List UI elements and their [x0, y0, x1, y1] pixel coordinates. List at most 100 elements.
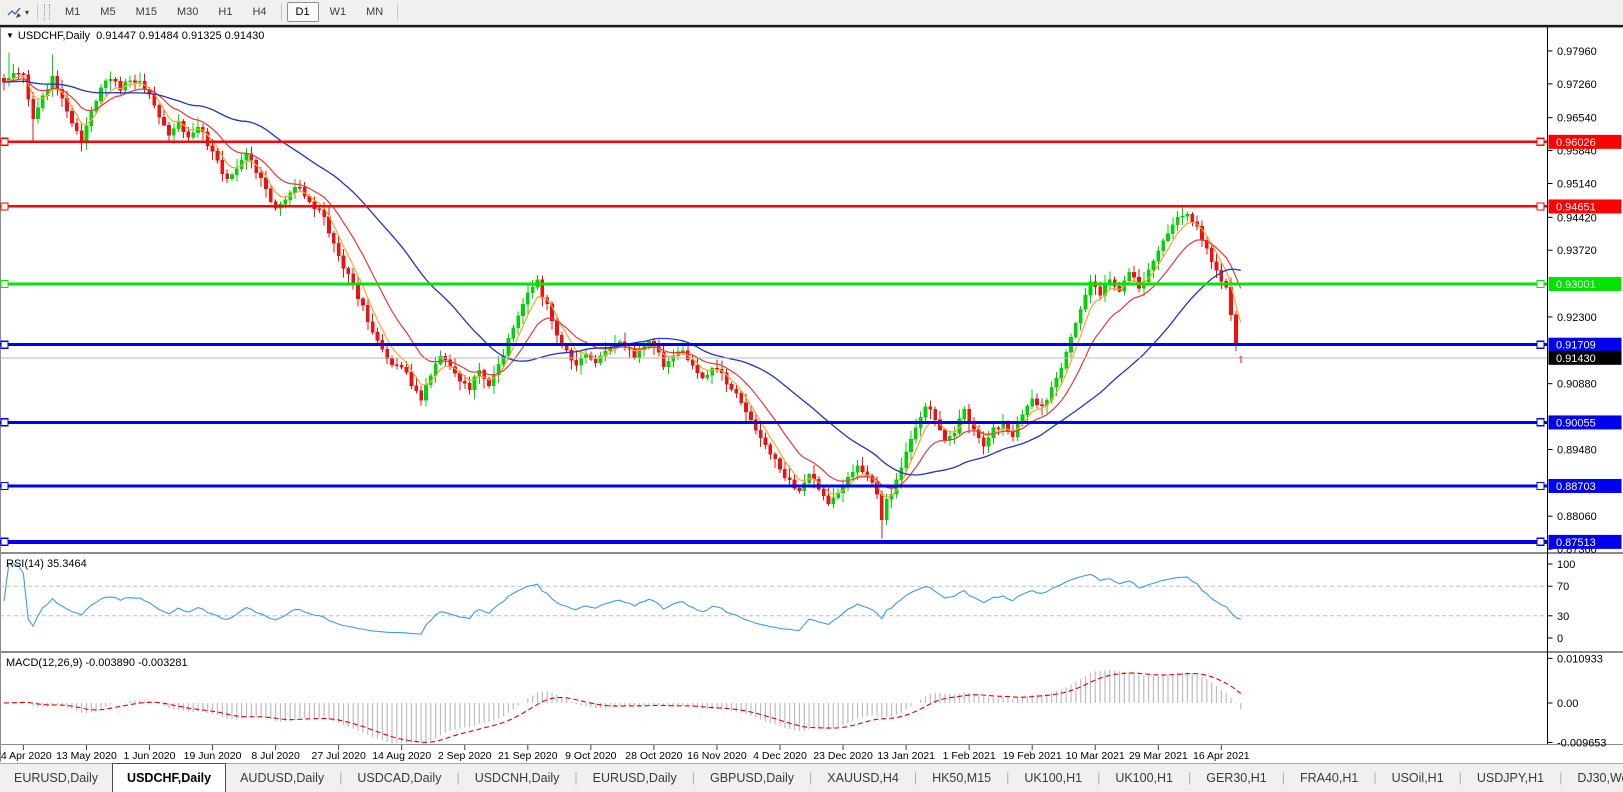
- chart-window: 0.979600.972600.965400.958400.951400.944…: [0, 25, 1623, 763]
- macd-axis-label: 0.010933: [1557, 653, 1603, 665]
- moving-averages-layer: [4, 76, 1241, 497]
- chart-tab-eurusd-daily[interactable]: EURUSD,Daily: [0, 764, 112, 792]
- chart-tab-usdcad-daily[interactable]: USDCAD,Daily: [343, 764, 455, 792]
- chart-tab-uk100-h1[interactable]: UK100,H1: [1010, 764, 1096, 792]
- price-badge-0.91709: 0.91709: [1556, 340, 1596, 352]
- date-axis-label: 8 Jul 2020: [251, 750, 300, 762]
- timeframe-buttons: M1M5M15M30H1H4 D1W1MN: [55, 0, 402, 24]
- macd-pane: [4, 670, 1241, 743]
- price-axis: 0.979600.972600.965400.958400.951400.944…: [1548, 46, 1622, 556]
- date-axis-label: 27 Jul 2020: [312, 750, 366, 762]
- hline-handle[interactable]: [1, 538, 8, 545]
- timeframe-button-m15[interactable]: M15: [127, 2, 166, 22]
- date-axis-label: 14 Aug 2020: [372, 750, 431, 762]
- toolbar-grip[interactable]: [44, 4, 50, 20]
- date-axis-label: 24 Apr 2020: [0, 750, 52, 762]
- date-axis-label: 23 Dec 2020: [813, 750, 873, 762]
- price-axis-label: 0.97260: [1557, 79, 1597, 91]
- price-badge-0.93001: 0.93001: [1556, 279, 1596, 291]
- timeframe-button-w1[interactable]: W1: [321, 2, 356, 22]
- hline-handle[interactable]: [1537, 538, 1544, 545]
- chart-tab-usdjpy-h1[interactable]: USDJPY,H1: [1463, 764, 1558, 792]
- price-badge-0.90055: 0.90055: [1556, 417, 1596, 429]
- timeframe-button-m5[interactable]: M5: [91, 2, 124, 22]
- chart-canvas[interactable]: 0.979600.972600.965400.958400.951400.944…: [0, 25, 1623, 792]
- date-axis-label: 16 Nov 2020: [687, 750, 747, 762]
- macd-axis-label: 0.00: [1557, 698, 1578, 710]
- chart-tab-xauusd-h4[interactable]: XAUUSD,H4: [813, 764, 913, 792]
- chart-tab-bar: EURUSD,DailyUSDCHF,DailyAUDUSD,Daily|USD…: [0, 763, 1623, 792]
- hline-handle[interactable]: [1, 281, 8, 288]
- rsi-line: [4, 564, 1241, 634]
- rsi-axis-label: 100: [1557, 559, 1575, 571]
- chart-ohlc-readout: 0.91447 0.91484 0.91325 0.91430: [96, 30, 264, 42]
- chart-title-triangle-icon[interactable]: ▼: [6, 31, 14, 40]
- price-badge-0.87513: 0.87513: [1556, 537, 1596, 549]
- price-badge-0.88703: 0.88703: [1556, 481, 1596, 493]
- chart-tab-hk50-m15[interactable]: HK50,M15: [918, 764, 1005, 792]
- hline-handle[interactable]: [1, 341, 8, 348]
- hline-handle[interactable]: [1537, 203, 1544, 210]
- date-axis-label: 10 Mar 2021: [1066, 750, 1125, 762]
- timeframe-button-mn[interactable]: MN: [357, 2, 392, 22]
- price-badge-0.94651: 0.94651: [1556, 201, 1596, 213]
- rsi-axis-label: 70: [1557, 581, 1569, 593]
- price-axis-label: 0.90880: [1557, 379, 1597, 391]
- chart-tab-fra40-h1[interactable]: FRA40,H1: [1286, 764, 1372, 792]
- price-axis-label: 0.97960: [1557, 46, 1597, 58]
- rsi-axis-label: 30: [1557, 611, 1569, 623]
- price-axis-label: 0.89480: [1557, 444, 1597, 456]
- date-axis-label: 21 Sep 2020: [498, 750, 558, 762]
- chart-pointer-icon[interactable]: [4, 3, 24, 21]
- chart-tab-gbpusd-daily[interactable]: GBPUSD,Daily: [696, 764, 808, 792]
- hline-handle[interactable]: [1537, 281, 1544, 288]
- chart-tab-usoil-h1[interactable]: USOil,H1: [1378, 764, 1458, 792]
- toolbar-separator: [37, 3, 38, 21]
- pointer-dropdown-caret-icon[interactable]: ▾: [25, 8, 29, 17]
- date-axis-label: 19 Feb 2021: [1003, 750, 1062, 762]
- hline-handle[interactable]: [1537, 341, 1544, 348]
- toolbar-separator: [397, 3, 398, 21]
- date-axis-label: 9 Oct 2020: [565, 750, 617, 762]
- date-axis-label: 13 Jan 2021: [877, 750, 935, 762]
- date-axis-label: 28 Oct 2020: [625, 750, 682, 762]
- current-price-badge: 0.91430: [1556, 353, 1596, 365]
- timeframe-button-m30[interactable]: M30: [168, 2, 207, 22]
- macd-axis: 0.010933 0.00 -0.009653: [1548, 653, 1607, 749]
- ma-slow-line: [4, 81, 1241, 475]
- chart-tab-audusd-daily[interactable]: AUDUSD,Daily: [226, 764, 338, 792]
- hline-handle[interactable]: [1537, 419, 1544, 426]
- date-axis-label: 16 Apr 2021: [1193, 750, 1250, 762]
- hline-handle[interactable]: [1537, 482, 1544, 489]
- price-badge-0.96026: 0.96026: [1556, 137, 1596, 149]
- chart-tab-dj30-weekly[interactable]: DJ30,Weekly: [1563, 764, 1623, 792]
- timeframe-button-h1[interactable]: H1: [209, 2, 241, 22]
- chart-tab-ger30-h1[interactable]: GER30,H1: [1192, 764, 1280, 792]
- chart-title: ▼USDCHF,Daily 0.91447 0.91484 0.91325 0.…: [6, 30, 264, 42]
- ma-fast-line: [4, 76, 1241, 497]
- top-toolbar: ▾ M1M5M15M30H1H4 D1W1MN: [0, 0, 1623, 25]
- macd-axis-label: -0.009653: [1557, 737, 1607, 749]
- timeframe-button-m1[interactable]: M1: [56, 2, 89, 22]
- price-axis-label: 0.88060: [1557, 511, 1597, 523]
- chart-tab-uk100-h1[interactable]: UK100,H1: [1101, 764, 1187, 792]
- chart-tab-eurusd-daily[interactable]: EURUSD,Daily: [579, 764, 691, 792]
- timeframe-button-d1[interactable]: D1: [287, 2, 319, 22]
- horizontal-lines-layer[interactable]: [0, 138, 1547, 545]
- date-axis-label: 1 Feb 2021: [943, 750, 996, 762]
- timeframe-button-h4[interactable]: H4: [243, 2, 275, 22]
- hline-handle[interactable]: [1, 138, 8, 145]
- hline-handle[interactable]: [1, 482, 8, 489]
- pointer-tool-group: ▾: [0, 0, 33, 24]
- date-axis-label: 29 Mar 2021: [1129, 750, 1188, 762]
- macd-signal-line: [4, 673, 1241, 742]
- chart-tab-usdchf-daily[interactable]: USDCHF,Daily: [112, 763, 226, 792]
- candles-layer: [2, 52, 1242, 538]
- price-axis-label: 0.92300: [1557, 312, 1597, 324]
- hline-handle[interactable]: [1, 203, 8, 210]
- hline-handle[interactable]: [1, 419, 8, 426]
- macd-indicator-label: MACD(12,26,9) -0.003890 -0.003281: [6, 657, 188, 669]
- hline-handle[interactable]: [1537, 138, 1544, 145]
- date-axis-label: 2 Sep 2020: [438, 750, 492, 762]
- chart-tab-usdcnh-daily[interactable]: USDCNH,Daily: [461, 764, 574, 792]
